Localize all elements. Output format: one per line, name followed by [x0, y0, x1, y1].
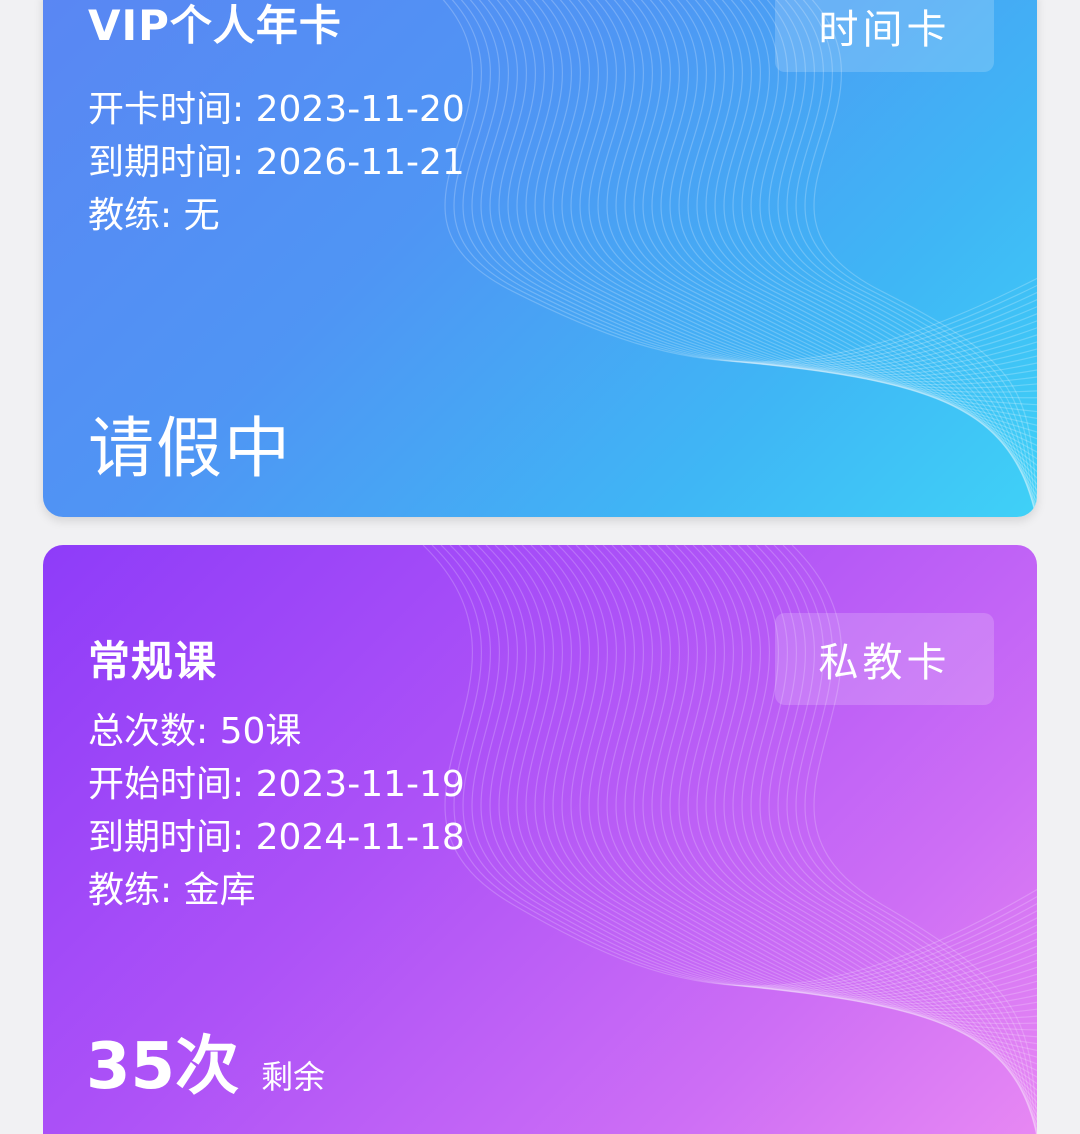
- coach-row: 教练: 金库: [88, 870, 256, 911]
- card-name: VIP个人年卡: [88, 1, 342, 50]
- card-status: 请假中: [88, 410, 292, 487]
- open-date-row: 开卡时间: 2023-11-20: [88, 89, 465, 130]
- coach-value: 金库: [183, 870, 256, 911]
- membership-cards-page: VIP个人年卡 时间卡 开卡时间: 2023-11-20 到期时间: 2026-…: [0, 0, 1080, 1134]
- expire-date-row: 到期时间: 2026-11-21: [88, 142, 465, 183]
- card-type-label: 时间卡: [818, 7, 951, 53]
- open-date-value: 2023-11-20: [255, 89, 465, 130]
- total-sessions-row: 总次数: 50课: [88, 711, 302, 752]
- card-type-badge[interactable]: 私教卡: [775, 613, 994, 705]
- card-info: 总次数: 50课 开始时间: 2023-11-19 到期时间: 2024-11-…: [88, 705, 465, 917]
- vip-time-card[interactable]: VIP个人年卡 时间卡 开卡时间: 2023-11-20 到期时间: 2026-…: [43, 0, 1037, 517]
- card-info: 开卡时间: 2023-11-20 到期时间: 2026-11-21 教练: 无: [88, 83, 465, 242]
- expire-date-row: 到期时间: 2024-11-18: [88, 817, 465, 858]
- personal-training-card[interactable]: 常规课 私教卡 总次数: 50课 开始时间: 2023-11-19 到期时间: …: [43, 545, 1037, 1134]
- remaining-label: 剩余: [261, 1058, 326, 1096]
- start-date-row: 开始时间: 2023-11-19: [88, 764, 465, 805]
- start-date-value: 2023-11-19: [255, 764, 465, 805]
- total-sessions-value: 50课: [219, 711, 302, 752]
- remaining-sessions: 35次 剩余: [86, 1015, 325, 1107]
- card-type-label: 私教卡: [818, 640, 951, 686]
- card-name: 常规课: [88, 637, 218, 686]
- card-type-badge[interactable]: 时间卡: [775, 0, 994, 72]
- coach-row: 教练: 无: [88, 195, 220, 236]
- coach-value: 无: [183, 195, 220, 236]
- expire-date-value: 2024-11-18: [255, 817, 465, 858]
- expire-date-value: 2026-11-21: [255, 142, 465, 183]
- remaining-count: 35次: [86, 1030, 240, 1104]
